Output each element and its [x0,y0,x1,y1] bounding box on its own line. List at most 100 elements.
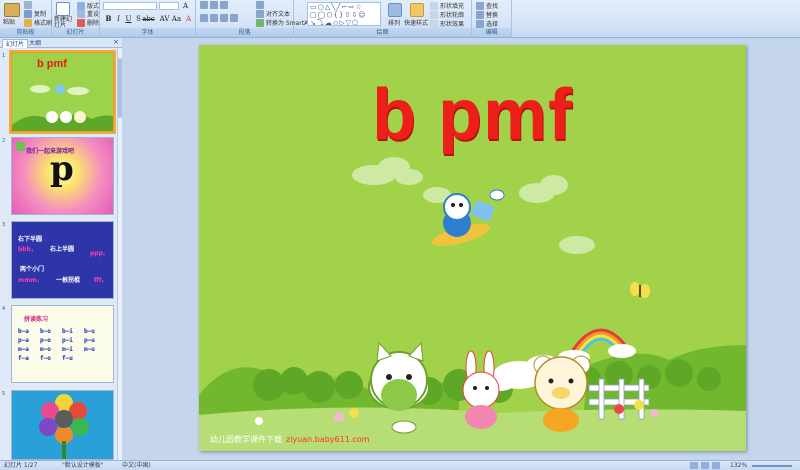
slide-count: 幻灯片 1/27 [4,462,38,469]
slide-number: 5 [2,391,6,397]
brush-icon [24,18,32,27]
slides-group: 新建幻灯片 版式 重设 删除 幻灯片 [52,0,100,38]
syllable: m–i [62,346,73,353]
thumb-text: 右上半圆 [50,246,75,253]
paste-icon [4,3,20,17]
align-right-icon [220,14,228,22]
thumb-heading: 拼读练习 [24,316,49,323]
syllable: b–a [18,328,29,335]
reset-button[interactable]: 重设 [77,9,99,18]
slide-number: 1 [2,53,6,59]
paste-button[interactable]: 粘贴 [3,17,15,26]
language-status[interactable]: 中文(中国) [122,461,151,470]
thumb-illustration [16,142,25,151]
slide-sorter-icon[interactable] [701,462,709,469]
bullets-button[interactable] [200,1,228,9]
text-direction-icon [256,1,264,9]
thumb-text: 两个小门 [20,266,45,273]
scissors-icon [24,1,32,9]
zoom-slider[interactable] [752,465,792,467]
slide-number: 2 [2,138,6,144]
syllable: p–u [84,337,95,344]
thumb-text: fff。 [94,277,108,284]
thumb-text: ppp。 [90,250,109,257]
reset-icon [77,9,85,18]
paragraph-group: 对齐文本 转换为 SmartArt 段落 [196,0,313,38]
grow-font-button[interactable]: A [181,1,190,10]
footer-caption: 幼儿园教学课件下载 [210,435,282,444]
select-button[interactable]: 选择 [476,19,498,28]
tab-slides[interactable]: 幻灯片 [2,39,29,48]
strikethrough-button[interactable]: abc [142,14,155,23]
footer-url: ziyuan.baby611.com [286,435,370,444]
fill-icon [430,1,438,10]
close-pane-icon[interactable]: × [113,38,119,46]
text-direction-button[interactable] [256,1,264,9]
bold-button[interactable]: B [104,14,113,23]
effects-icon [430,19,438,28]
status-bar: 幻灯片 1/27 "默认设计模板" 中文(中国) 132% [0,460,800,470]
slide-thumbnail-5[interactable] [11,390,114,460]
slide-thumbnail-2[interactable]: 我们一起来游戏吧 p [11,137,114,215]
thumb-text: 一根拐棍 [56,277,81,284]
slide-thumbnail-1[interactable]: b pmf [9,50,116,134]
quick-styles-button[interactable]: 快速样式 [404,18,428,27]
syllable: m–o [40,346,51,353]
arrange-icon [388,3,402,17]
slide-number: 4 [2,306,6,312]
replace-icon [476,10,484,19]
font-size-select[interactable] [159,2,179,10]
change-case-button[interactable]: Aa [172,14,181,23]
align-left-icon [200,14,208,22]
smartart-icon [256,18,264,27]
new-slide-icon [56,2,70,16]
slideshow-icon[interactable] [712,462,720,469]
font-name-select[interactable] [103,2,157,10]
slide-thumbnail-4[interactable]: 拼读练习 b–a b–o b–i b–u p–a p–o p–i p–u m–a… [11,305,114,383]
ribbon: 粘贴 复制 格式刷 剪贴板 新建幻灯片 版式 重设 删除 幻灯片 A B I U… [0,0,800,38]
char-spacing-button[interactable]: AV [160,14,170,23]
align-center-icon [210,14,218,22]
current-slide[interactable]: b pmf 幼儿园教学课件下载 ziyuan.baby611.com [199,45,746,451]
align-text-button[interactable]: 对齐文本 [256,9,290,18]
indent-icon [220,1,228,9]
find-icon [476,1,484,10]
shape-outline-button[interactable]: 形状轮廓 [430,10,464,19]
syllable: p–i [62,337,73,344]
copy-button[interactable]: 复制 [24,9,46,18]
clipboard-label: 剪贴板 [0,28,51,37]
shape-fill-button[interactable]: 形状填充 [430,1,464,10]
normal-view-icon[interactable] [690,462,698,469]
syllable: b–o [40,328,51,335]
align-buttons[interactable] [200,14,238,22]
underline-button[interactable]: U [124,14,133,23]
arrange-button[interactable]: 排列 [388,18,400,27]
zoom-level[interactable]: 132% [730,461,747,470]
clipboard-group: 粘贴 复制 格式刷 剪贴板 [0,0,52,38]
delete-button[interactable]: 删除 [77,18,99,27]
tab-outline[interactable]: 大纲 [26,39,44,48]
thumb-illustration [12,84,113,131]
font-label: 字体 [100,28,195,37]
format-painter-button[interactable]: 格式刷 [24,18,52,27]
italic-button[interactable]: I [114,14,123,23]
shape-effects-button[interactable]: 形状效果 [430,19,464,28]
slide-title[interactable]: b pmf [199,75,746,155]
slide-thumbnail-3[interactable]: 右下半圆 bbb， 右上半圆 ppp。 两个小门 mmm， 一根拐棍 fff。 [11,221,114,299]
find-button[interactable]: 查找 [476,1,498,10]
syllable: f–u [62,355,73,362]
editing-group: 查找 替换 选择 编辑 [472,0,512,38]
syllable-grid: b–a b–o b–i b–u p–a p–o p–i p–u m–a m–o … [18,328,106,362]
replace-button[interactable]: 替换 [476,10,498,19]
bunny-character [462,350,500,429]
slides-label: 幻灯片 [52,28,99,37]
quick-styles-icon [410,3,424,17]
select-icon [476,19,484,28]
theme-name: "默认设计模板" [62,462,104,469]
syllable: f–a [18,355,29,362]
syllable: m–u [84,346,95,353]
cut-button[interactable] [24,1,32,9]
font-color-button[interactable]: A [184,14,193,23]
shape-gallery[interactable]: ▭○△╲╱⌐⇨☆ ▢◯⬡{}⇧⇩☺ ↘⤵☁◇▷▽⬠ [307,2,381,26]
thumb-text: 右下半圆 [18,236,43,243]
